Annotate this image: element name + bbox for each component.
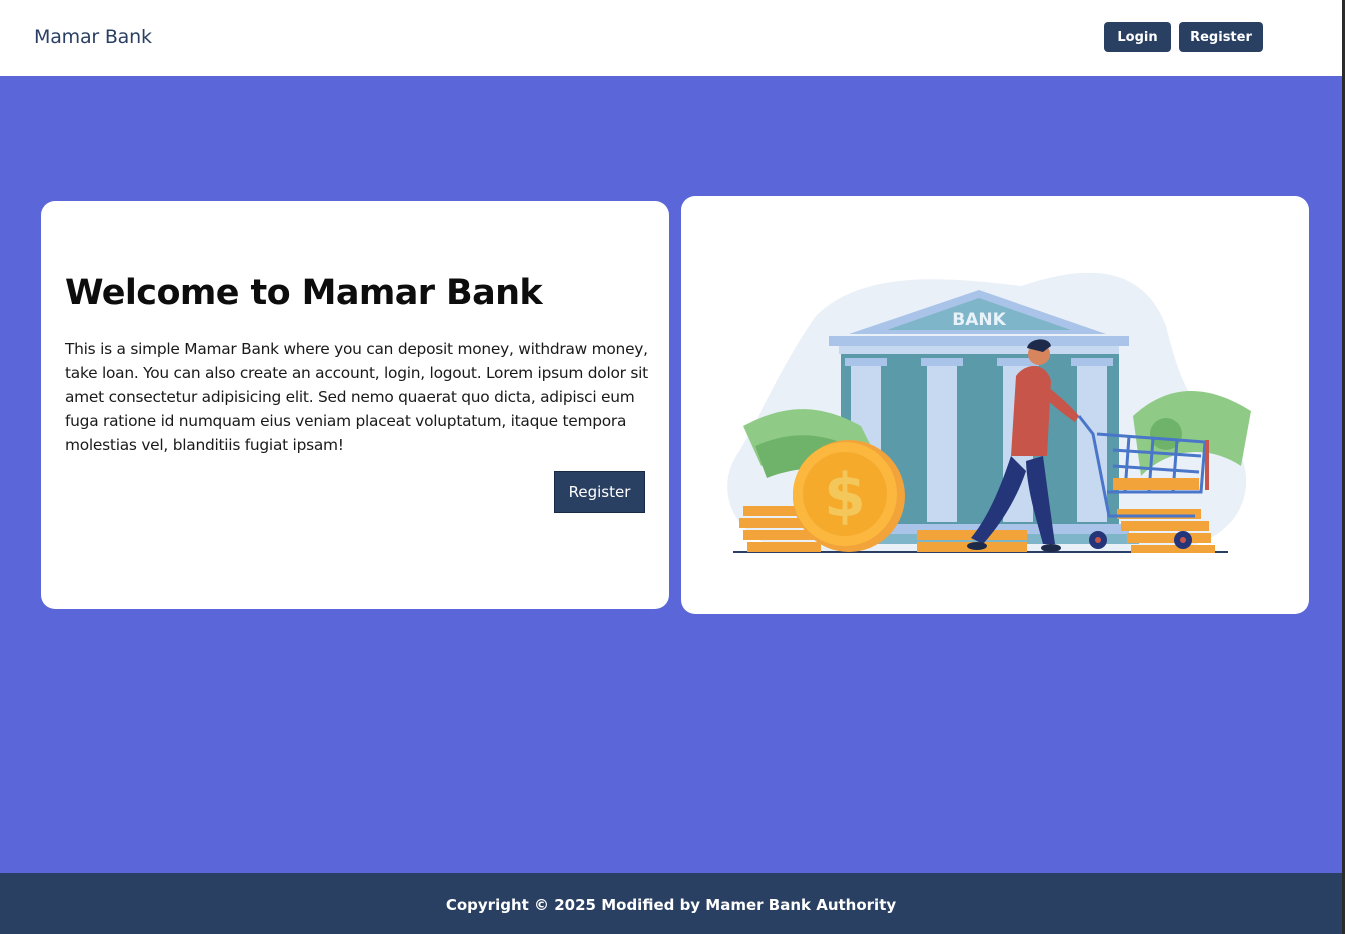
login-button[interactable]: Login [1104,22,1171,52]
bank-sign: BANK [952,310,1006,330]
welcome-description: This is a simple Mamar Bank where you ca… [65,340,648,454]
illustration-card: BANK $ [681,196,1309,614]
dollar-sign: $ [824,461,866,531]
navbar: Mamar Bank Login Register [0,0,1342,76]
brand-logo[interactable]: Mamar Bank [34,26,152,48]
bank-cornice [829,336,1129,346]
welcome-card: Welcome to Mamar Bank This is a simple M… [41,201,669,609]
bank-shopping-illustration: BANK $ [727,272,1251,553]
hero-register-button[interactable]: Register [554,471,645,513]
register-button[interactable]: Register [1179,22,1263,52]
page-title: Welcome to Mamar Bank [65,273,543,313]
footer: Copyright © 2025 Modified by Mamer Bank … [0,873,1342,934]
copyright-text: Copyright © 2025 Modified by Mamer Bank … [445,896,897,914]
